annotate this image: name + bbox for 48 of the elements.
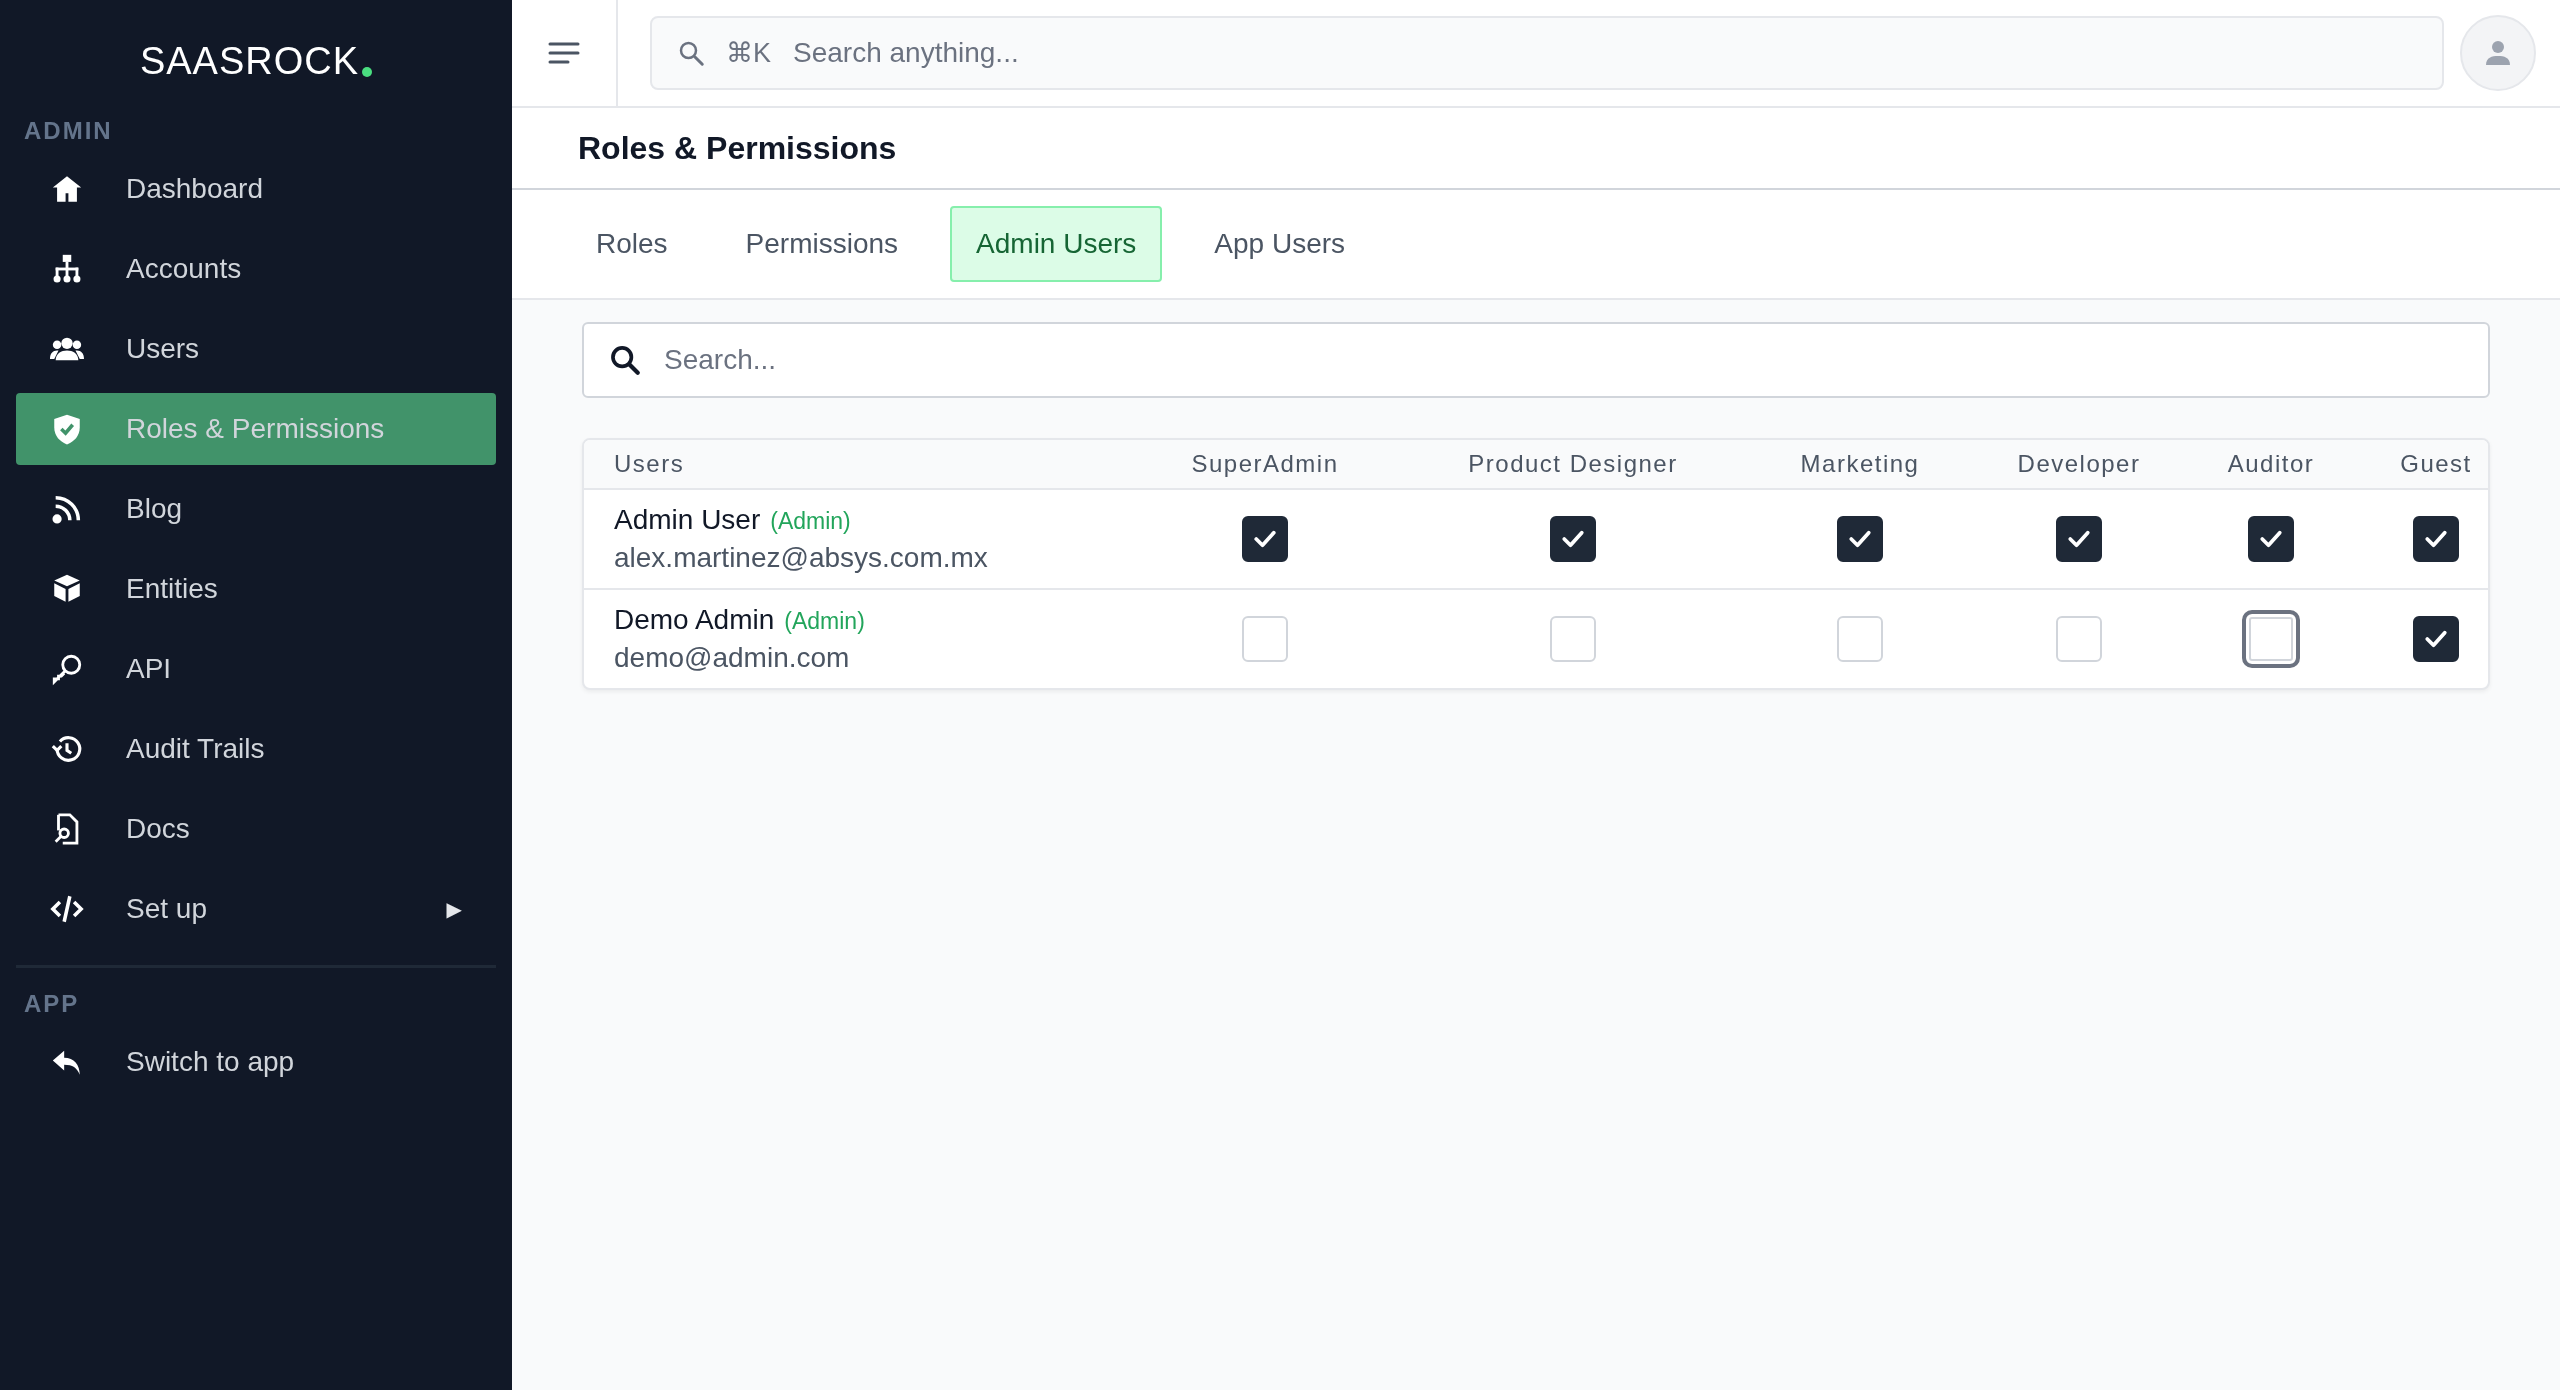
search-field[interactable]: ⌘K Search anything... [650, 16, 2444, 90]
sidebar-item[interactable]: Users [16, 313, 496, 385]
section-title: APP [23, 989, 81, 1019]
role-label: (Admin) [784, 608, 865, 635]
column-header: Marketing [1799, 450, 1921, 478]
sidebar-item[interactable]: Docs [16, 793, 496, 865]
user-email: demo@admin.com [614, 642, 851, 674]
sidebar-item[interactable]: Entities [16, 553, 496, 625]
section-title: ADMIN [23, 116, 114, 146]
sidebar-item[interactable]: API [16, 633, 496, 705]
checkbox[interactable] [2248, 516, 2294, 562]
user-email: alex.martinez@absys.com.mx [614, 542, 989, 574]
column-header: Developer [2016, 450, 2142, 478]
column-header: Product Designer [1467, 450, 1679, 478]
search-field[interactable]: Search... [582, 322, 2490, 398]
menu-icon [548, 41, 580, 65]
checkbox[interactable] [1550, 516, 1596, 562]
logo-dot-icon [362, 67, 373, 77]
tab[interactable]: App Users [1188, 206, 1372, 282]
tab[interactable]: Roles [570, 206, 694, 282]
sidebar-item[interactable]: Audit Trails [16, 713, 496, 785]
sidebar-item[interactable]: Dashboard [16, 153, 496, 225]
column-header: Guest [2399, 450, 2473, 478]
sidebar-item[interactable]: Switch to app [16, 1026, 496, 1098]
shortcut-hint: ⌘K [726, 37, 771, 69]
sidebar-item[interactable]: Set up ▶ [16, 873, 496, 945]
checkbox[interactable] [2242, 610, 2300, 668]
logo[interactable]: SAASROCK [139, 40, 360, 83]
sidebar-item[interactable]: Accounts [16, 233, 496, 305]
user-name: Demo Admin [614, 604, 775, 636]
key-icon [50, 652, 84, 686]
column-header: Users [613, 450, 686, 478]
checkbox[interactable] [2413, 516, 2459, 562]
page-title: Roles & Permissions [578, 129, 897, 167]
search-icon [608, 343, 642, 377]
expand-toggle[interactable]: ▶ [446, 897, 462, 921]
checkbox[interactable] [1837, 516, 1883, 562]
checkbox[interactable] [2413, 616, 2459, 662]
column-header: Auditor [2226, 450, 2316, 478]
checkbox[interactable] [1242, 516, 1288, 562]
column-header: SuperAdmin [1190, 450, 1340, 478]
search-input[interactable]: Search anything... [791, 36, 2418, 70]
user-name: Admin User [614, 504, 761, 536]
checkbox[interactable] [2056, 516, 2102, 562]
sidebar-item[interactable]: Blog [16, 473, 496, 545]
tab[interactable]: Permissions [719, 206, 925, 282]
tab[interactable]: Admin Users [950, 206, 1163, 282]
role-label: (Admin) [770, 508, 851, 535]
